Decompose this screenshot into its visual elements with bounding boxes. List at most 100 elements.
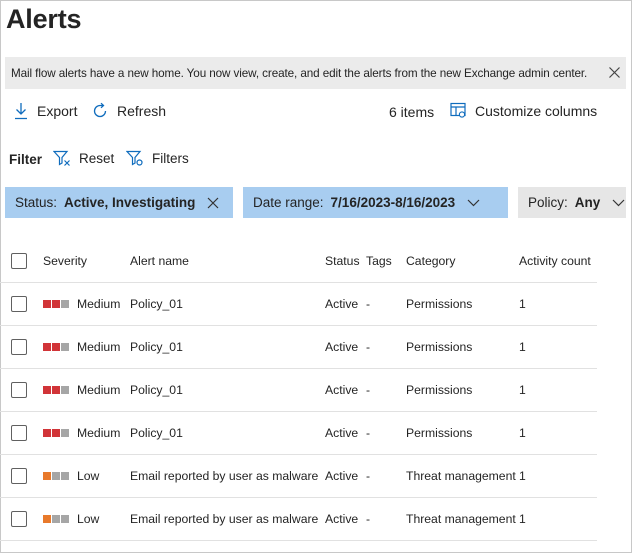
severity-square	[43, 300, 51, 308]
chevron-down-icon	[612, 199, 625, 206]
severity-label: Medium	[77, 426, 121, 440]
row-checkbox[interactable]	[11, 382, 27, 398]
severity-square	[52, 343, 60, 351]
severity-square	[52, 515, 60, 523]
column-header-severity[interactable]: Severity	[43, 240, 87, 282]
refresh-button[interactable]: Refresh	[91, 102, 166, 120]
info-banner: Mail flow alerts have a new home. You no…	[5, 57, 626, 89]
status-cell: Active	[325, 426, 359, 440]
alert-name-cell[interactable]: Email reported by user as malware	[130, 455, 318, 497]
table-row[interactable]: Medium Policy_01 Active - Permissions 1	[0, 369, 597, 412]
severity-label: Medium	[77, 297, 121, 311]
tags-cell: -	[366, 297, 371, 311]
column-header-activity-count[interactable]: Activity count	[519, 240, 591, 282]
severity-square	[61, 472, 69, 480]
tags-cell: -	[366, 512, 371, 526]
filters-button[interactable]: Filters	[126, 150, 189, 167]
column-header-category[interactable]: Category	[406, 240, 455, 282]
reset-button[interactable]: Reset	[53, 150, 114, 167]
alert-name-cell[interactable]: Policy_01	[130, 412, 183, 454]
column-header-alert-name[interactable]: Alert name	[130, 240, 189, 282]
severity-square	[61, 515, 69, 523]
severity-square	[43, 386, 51, 394]
table-row[interactable]: Medium Policy_01 Active - Permissions 1	[0, 326, 597, 369]
date-chip-label: Date range:	[253, 195, 324, 210]
customize-columns-icon	[450, 102, 466, 118]
severity-cell: Low	[43, 498, 99, 540]
policy-filter-chip[interactable]: Policy: Any	[518, 187, 626, 218]
severity-square	[43, 472, 51, 480]
table-row[interactable]: Low Email reported by user as malware Acti…	[0, 498, 597, 541]
date-range-filter-chip[interactable]: Date range: 7/16/2023-8/16/2023	[243, 187, 508, 218]
customize-columns-button[interactable]: Customize columns	[450, 102, 597, 119]
filter-settings-icon	[126, 150, 143, 166]
severity-square	[43, 515, 51, 523]
export-label: Export	[37, 103, 78, 119]
alert-name-cell[interactable]: Policy_01	[130, 369, 183, 411]
item-count: 6 items	[389, 104, 434, 120]
tags-cell: -	[366, 469, 371, 483]
date-chip-value: 7/16/2023-8/16/2023	[330, 195, 456, 210]
row-checkbox[interactable]	[11, 296, 27, 312]
table-row[interactable]: Low Email reported by user as malware Acti…	[0, 455, 597, 498]
activity-count-cell: 1	[519, 512, 526, 526]
close-icon[interactable]	[608, 66, 621, 79]
severity-square	[61, 343, 69, 351]
select-all-checkbox[interactable]	[11, 253, 27, 269]
row-checkbox[interactable]	[11, 468, 27, 484]
table-row[interactable]: Medium Policy_01 Active - Permissions 1	[0, 283, 597, 326]
severity-square	[61, 386, 69, 394]
activity-count-cell: 1	[519, 469, 526, 483]
page-title: Alerts	[6, 4, 82, 34]
severity-cell: Medium	[43, 326, 120, 368]
severity-label: Medium	[77, 383, 121, 397]
row-checkbox[interactable]	[11, 339, 27, 355]
tags-cell: -	[366, 383, 371, 397]
refresh-label: Refresh	[117, 103, 167, 119]
severity-indicator-icon	[43, 515, 70, 523]
severity-label: Low	[77, 469, 100, 483]
alert-name-cell[interactable]: Email reported by user as malware	[130, 498, 318, 540]
category-cell: Permissions	[406, 383, 473, 397]
severity-label: Medium	[77, 340, 121, 354]
row-checkbox[interactable]	[11, 425, 27, 441]
status-cell: Active	[325, 469, 359, 483]
tags-cell: -	[366, 340, 371, 354]
policy-chip-value: Any	[574, 195, 601, 210]
refresh-icon	[93, 102, 107, 118]
table-header: Severity Alert name Status Tags Category…	[0, 240, 597, 283]
chevron-down-icon	[467, 199, 480, 206]
severity-cell: Medium	[43, 412, 120, 454]
category-cell: Threat management	[406, 469, 516, 483]
reset-label: Reset	[79, 151, 115, 166]
export-button[interactable]: Export	[13, 102, 77, 120]
status-cell: Active	[325, 383, 359, 397]
status-chip-value: Active, Investigating	[64, 195, 196, 210]
table-row[interactable]: Medium Policy_01 Active - Permissions 1	[0, 412, 597, 455]
close-icon[interactable]	[207, 197, 219, 209]
severity-square	[52, 429, 60, 437]
column-header-status[interactable]: Status	[325, 240, 360, 282]
severity-square	[61, 300, 69, 308]
banner-text: Mail flow alerts have a new home. You no…	[11, 66, 588, 80]
activity-count-cell: 1	[519, 297, 526, 311]
alert-name-cell[interactable]: Policy_01	[130, 283, 183, 325]
severity-indicator-icon	[43, 429, 70, 437]
severity-indicator-icon	[43, 386, 70, 394]
status-filter-chip[interactable]: Status: Active, Investigating	[5, 187, 233, 218]
activity-count-cell: 1	[519, 340, 526, 354]
row-checkbox[interactable]	[11, 511, 27, 527]
category-cell: Permissions	[406, 297, 473, 311]
severity-square	[52, 386, 60, 394]
activity-count-cell: 1	[519, 426, 526, 440]
item-count-label: 6 items	[389, 104, 435, 120]
column-header-tags[interactable]: Tags	[366, 240, 392, 282]
severity-cell: Low	[43, 455, 99, 497]
activity-count-cell: 1	[519, 383, 526, 397]
alert-name-cell[interactable]: Policy_01	[130, 326, 183, 368]
filter-label: Filter	[9, 152, 43, 167]
severity-indicator-icon	[43, 300, 70, 308]
severity-square	[61, 429, 69, 437]
status-chip-label: Status:	[15, 195, 58, 210]
severity-cell: Medium	[43, 283, 120, 325]
